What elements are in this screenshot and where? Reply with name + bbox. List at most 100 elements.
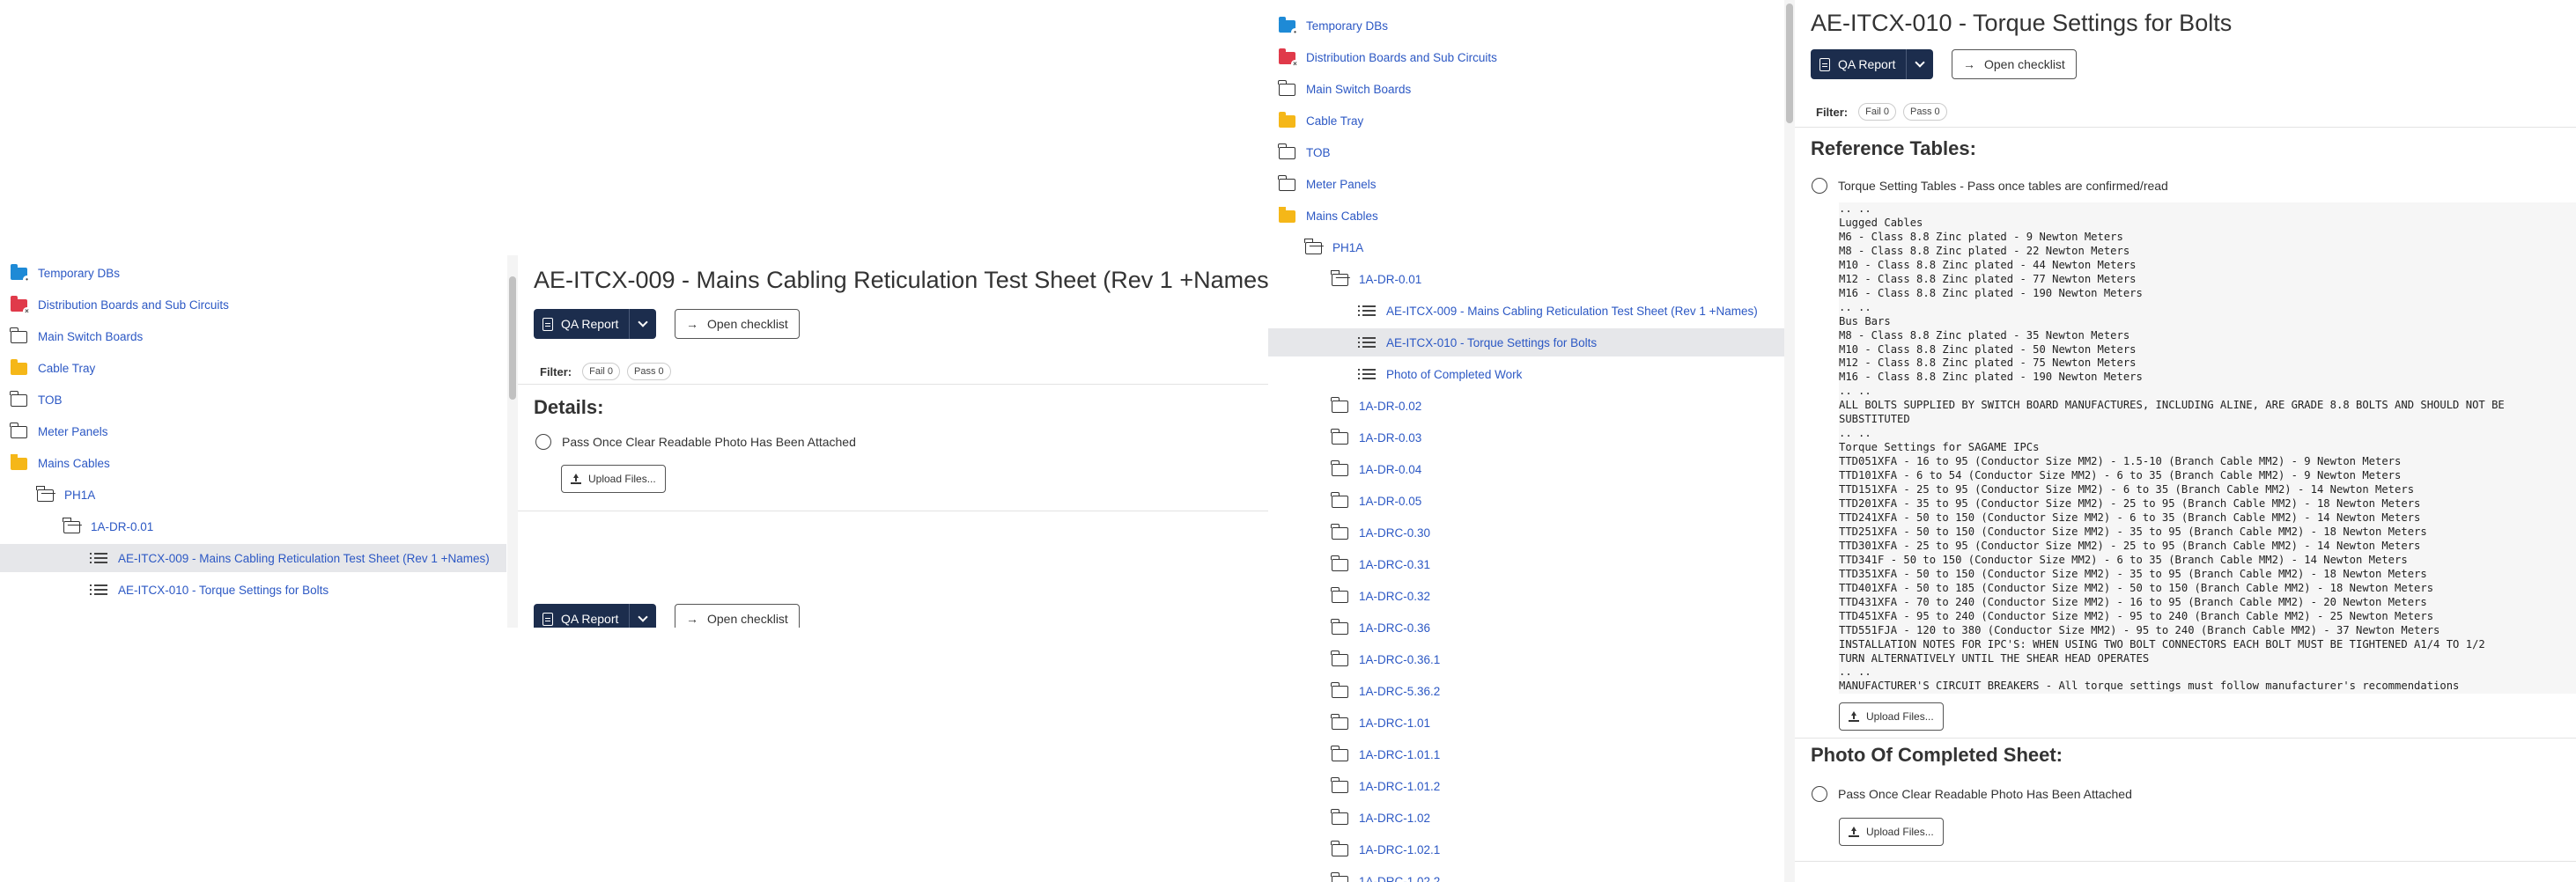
folder-icon	[10, 327, 27, 343]
tree-item[interactable]: Main Switch Boards	[0, 322, 506, 350]
chevron-down-icon	[1915, 57, 1926, 68]
tree-item[interactable]: • Temporary DBs	[1268, 11, 1784, 40]
qa-report-dropdown[interactable]	[630, 604, 656, 628]
tree-item[interactable]: 1A-DR-0.02	[1268, 392, 1784, 420]
upload-label: Upload Files...	[588, 473, 656, 485]
pass-filter[interactable]: Pass 0	[1903, 103, 1947, 121]
tree-item[interactable]: Main Switch Boards	[1268, 75, 1784, 103]
tree-item[interactable]: 1A-DRC-1.02	[1268, 804, 1784, 832]
tree-item[interactable]: Meter Panels	[0, 417, 506, 445]
radio-circle-icon[interactable]	[535, 434, 551, 450]
tree-item[interactable]: Photo of Completed Work	[1268, 360, 1784, 388]
tree-item[interactable]: 1A-DRC-5.36.2	[1268, 677, 1784, 705]
tree-item[interactable]: AE-ITCX-010 - Torque Settings for Bolts	[1268, 328, 1784, 356]
folder-open-icon	[1304, 239, 1322, 254]
folder-red-icon: ×	[11, 296, 31, 315]
radio-circle-icon[interactable]	[1812, 786, 1827, 802]
checklist-icon	[1358, 336, 1376, 349]
document-icon	[1819, 57, 1830, 71]
tree-item[interactable]: × Distribution Boards and Sub Circuits	[1268, 43, 1784, 71]
tree-item[interactable]: 1A-DRC-0.31	[1268, 550, 1784, 578]
tree-item-label: 1A-DRC-1.02.2	[1359, 874, 1441, 882]
tree-item[interactable]: TOB	[1268, 138, 1784, 166]
tree-item[interactable]: Meter Panels	[1268, 170, 1784, 198]
tree-item[interactable]: TOB	[0, 386, 506, 414]
tree-item[interactable]: 1A-DR-0.01	[1268, 265, 1784, 293]
tree-item[interactable]: • Temporary DBs	[0, 259, 506, 287]
folder-yellow-icon	[1279, 112, 1295, 128]
qa-report-button-bottom[interactable]: QA Report	[534, 604, 657, 628]
tree-item-label: Cable Tray	[1306, 114, 1364, 128]
fail-filter[interactable]: Fail 0	[1858, 103, 1897, 121]
tree-item[interactable]: × Distribution Boards and Sub Circuits	[0, 290, 506, 319]
tree-item[interactable]: Mains Cables	[0, 449, 506, 477]
folder-icon	[1331, 555, 1348, 571]
filter-bar: Filter: Fail 0 Pass 0	[1816, 103, 1954, 121]
tree-item[interactable]: 1A-DRC-0.36	[1268, 614, 1784, 642]
tree-item[interactable]: 1A-DR-0.03	[1268, 423, 1784, 452]
tree-item[interactable]: 1A-DR-0.04	[1268, 455, 1784, 483]
arrow-right-icon: →	[686, 317, 698, 331]
tree-item[interactable]: 1A-DRC-0.36.1	[1268, 645, 1784, 673]
filter-label: Filter:	[540, 364, 572, 379]
folder-open-icon	[63, 518, 80, 533]
upload-files-button[interactable]: Upload Files...	[1839, 702, 1944, 731]
upload-files-button[interactable]: Upload Files...	[561, 465, 666, 493]
tree-item[interactable]: 1A-DRC-0.32	[1268, 582, 1784, 610]
tree-item[interactable]: 1A-DRC-1.01	[1268, 709, 1784, 737]
tree-item[interactable]: 1A-DRC-0.30	[1268, 518, 1784, 547]
tree-item[interactable]: Cable Tray	[0, 354, 506, 382]
qa-report-button[interactable]: QA Report	[1811, 49, 1934, 79]
tree-item[interactable]: 1A-DR-0.05	[1268, 487, 1784, 515]
tree-item-label: 1A-DRC-1.01.1	[1359, 747, 1441, 761]
tree-item[interactable]: 1A-DRC-1.02.1	[1268, 835, 1784, 864]
divider	[1795, 738, 2576, 739]
reference-table-text: .. .. Lugged Cables M6 - Class 8.8 Zinc …	[1839, 202, 2576, 694]
tree-item[interactable]: 1A-DRC-1.01.1	[1268, 740, 1784, 768]
left-tree-scroll-thumb[interactable]	[509, 276, 516, 400]
tree-item[interactable]: Mains Cables	[1268, 202, 1784, 230]
checklist-item-torque[interactable]: Torque Setting Tables - Pass once tables…	[1812, 178, 2168, 194]
tree-item[interactable]: AE-ITCX-009 - Mains Cabling Reticulation…	[0, 544, 506, 572]
tree-item-label: 1A-DRC-0.32	[1359, 589, 1431, 603]
open-checklist-label: Open checklist	[1984, 57, 2065, 71]
qa-report-dropdown[interactable]	[1907, 49, 1933, 79]
page-title: AE-ITCX-009 - Mains Cabling Reticulation…	[534, 267, 1268, 293]
tree-item[interactable]: AE-ITCX-010 - Torque Settings for Bolts	[0, 576, 506, 604]
folder-icon	[1331, 492, 1348, 508]
tree-item[interactable]: 1A-DRC-1.01.2	[1268, 772, 1784, 800]
open-checklist-button[interactable]: → Open checklist	[675, 309, 800, 339]
right-tree-scrollbar[interactable]	[1784, 0, 1795, 882]
checklist-icon	[1358, 368, 1376, 380]
tree-item-label: Distribution Boards and Sub Circuits	[38, 298, 229, 312]
checklist-item-label: Pass Once Clear Readable Photo Has Been …	[1838, 787, 2132, 801]
checklist-item-photo[interactable]: Pass Once Clear Readable Photo Has Been …	[1812, 786, 2132, 802]
folder-icon	[1331, 872, 1348, 882]
tree-item[interactable]: 1A-DR-0.01	[0, 512, 506, 540]
tree-item-label: 1A-DR-0.03	[1359, 430, 1422, 445]
checklist-item[interactable]: Pass Once Clear Readable Photo Has Been …	[535, 434, 856, 450]
right-tree-scroll-thumb[interactable]	[1786, 4, 1793, 123]
radio-circle-icon[interactable]	[1812, 178, 1827, 194]
document-icon	[543, 612, 553, 626]
fail-filter[interactable]: Fail 0	[582, 363, 621, 380]
qa-report-dropdown[interactable]	[630, 309, 656, 339]
tree-item[interactable]: 1A-DRC-1.02.2	[1268, 867, 1784, 882]
upload-icon	[1849, 711, 1859, 722]
open-checklist-button-bottom[interactable]: → Open checklist	[675, 604, 800, 628]
tree-item-label: Mains Cables	[38, 456, 110, 470]
tree-item-label: AE-ITCX-009 - Mains Cabling Reticulation…	[118, 551, 490, 565]
pass-filter[interactable]: Pass 0	[627, 363, 671, 380]
qa-report-button[interactable]: QA Report	[534, 309, 657, 339]
folder-icon	[1331, 841, 1348, 856]
folder-icon	[1331, 809, 1348, 825]
tree-item[interactable]: PH1A	[0, 481, 506, 509]
tree-item-label: Main Switch Boards	[38, 329, 144, 343]
tree-item[interactable]: Cable Tray	[1268, 107, 1784, 135]
tree-item-label: Photo of Completed Work	[1386, 367, 1523, 381]
tree-item[interactable]: PH1A	[1268, 233, 1784, 261]
left-tree-scrollbar[interactable]	[507, 255, 518, 628]
open-checklist-button[interactable]: → Open checklist	[1952, 49, 2077, 79]
upload-files-button-photo[interactable]: Upload Files...	[1839, 818, 1944, 846]
tree-item[interactable]: AE-ITCX-009 - Mains Cabling Reticulation…	[1268, 297, 1784, 325]
